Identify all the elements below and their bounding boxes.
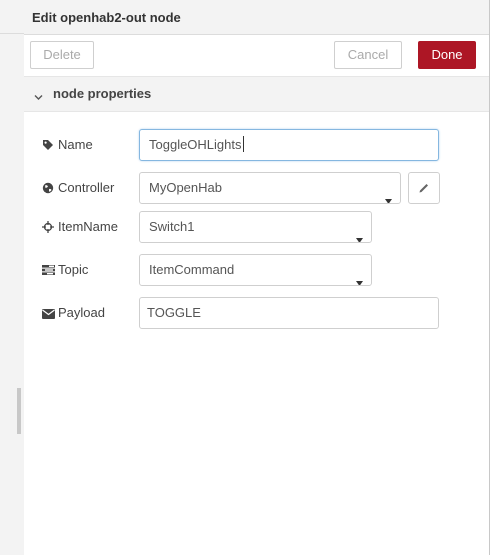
controller-select[interactable]: MyOpenHab	[139, 172, 401, 204]
payload-label: Payload	[42, 305, 105, 321]
tray-toolbar: Delete Cancel Done	[24, 35, 489, 75]
text-caret	[242, 136, 244, 152]
controller-row: Controller MyOpenHab	[24, 172, 489, 204]
section-header-node-properties[interactable]: node properties	[24, 76, 489, 112]
workspace-divider	[0, 33, 24, 34]
name-label: Name	[42, 137, 93, 153]
controller-label: Controller	[42, 180, 114, 196]
crosshairs-icon	[42, 221, 56, 236]
topic-label: Topic	[42, 262, 88, 278]
topic-select[interactable]: ItemCommand	[139, 254, 372, 286]
workspace-edge	[0, 0, 25, 555]
caret-down-icon	[356, 267, 363, 285]
envelope-icon	[42, 307, 56, 322]
tag-icon	[42, 139, 56, 154]
resize-handle[interactable]	[17, 388, 21, 434]
done-button[interactable]: Done	[418, 41, 476, 69]
itemname-select[interactable]: Switch1	[139, 211, 372, 243]
globe-icon	[42, 182, 56, 197]
caret-down-icon	[356, 224, 363, 242]
payload-row: Payload TOGGLE	[24, 297, 489, 329]
payload-input[interactable]: TOGGLE	[139, 297, 439, 329]
section-title: node properties	[53, 86, 152, 101]
name-input[interactable]: ToggleOHLights	[139, 129, 439, 161]
name-row: Name ToggleOHLights	[24, 129, 489, 161]
tray-header: Edit openhab2-out node	[24, 0, 489, 35]
itemname-label: ItemName	[42, 219, 118, 235]
edit-controller-button[interactable]	[408, 172, 440, 204]
topic-row: Topic ItemCommand	[24, 254, 489, 286]
itemname-row: ItemName Switch1	[24, 211, 489, 243]
edit-tray: Edit openhab2-out node Delete Cancel Don…	[24, 0, 490, 555]
cancel-button[interactable]: Cancel	[334, 41, 402, 69]
tasks-icon	[42, 264, 56, 279]
caret-down-icon	[385, 185, 392, 203]
chevron-down-icon	[34, 89, 43, 107]
delete-button[interactable]: Delete	[30, 41, 94, 69]
tray-title: Edit openhab2-out node	[32, 10, 181, 25]
